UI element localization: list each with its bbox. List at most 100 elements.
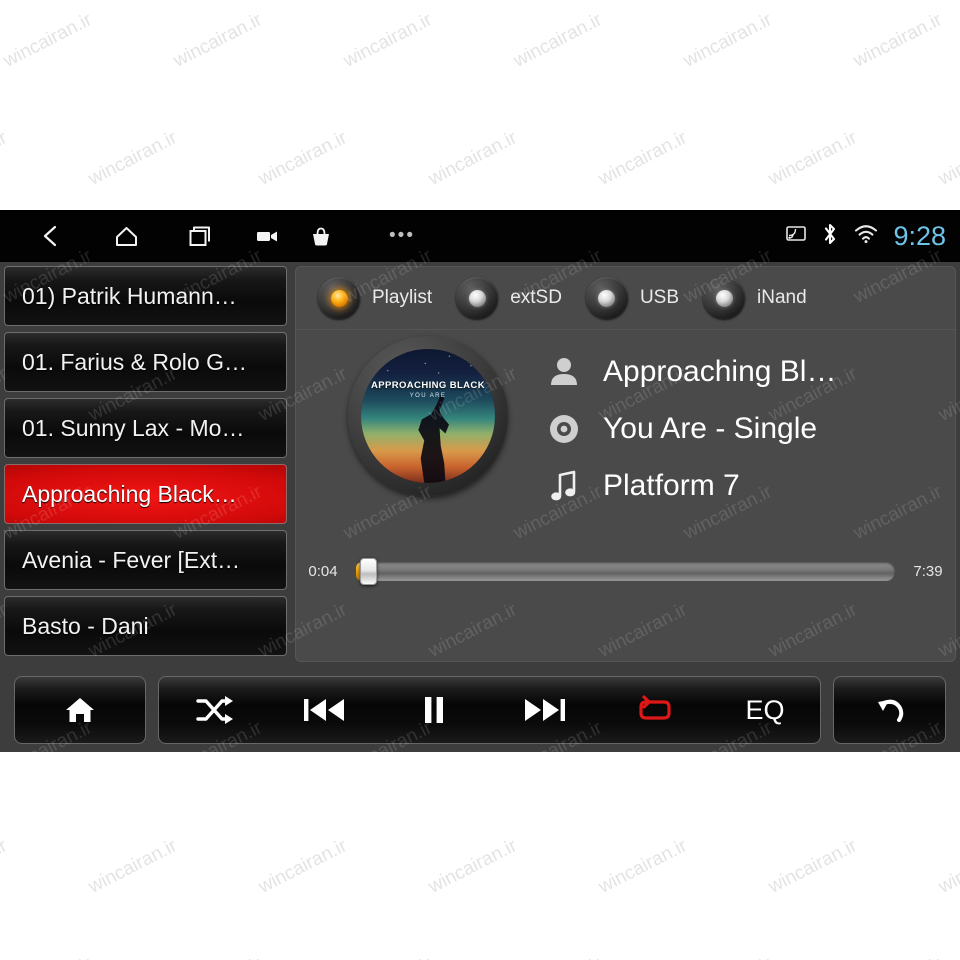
watermark-text: wincairan.ir bbox=[765, 835, 861, 898]
transport-control-bar: EQ bbox=[0, 668, 960, 752]
playlist-item[interactable]: Approaching Black… bbox=[4, 464, 287, 524]
track-name: Platform 7 bbox=[603, 468, 740, 502]
progress-bar-row[interactable]: 0:04 7:39 bbox=[296, 549, 955, 593]
camera-icon[interactable] bbox=[240, 210, 294, 262]
watermark-text: wincairan.ir bbox=[935, 127, 960, 190]
album-artwork-image: APPROACHING BLACK YOU ARE bbox=[361, 349, 495, 483]
eq-label: EQ bbox=[745, 694, 785, 725]
bag-icon[interactable] bbox=[294, 210, 348, 262]
led-lamp bbox=[468, 289, 486, 307]
source-label: USB bbox=[639, 287, 680, 308]
playlist-item-label: Basto - Dani bbox=[22, 612, 149, 639]
watermark-text: wincairan.ir bbox=[595, 835, 691, 898]
watermark-text: wincairan.ir bbox=[850, 9, 946, 72]
led-lamp bbox=[598, 289, 616, 307]
watermark-text: wincairan.ir bbox=[0, 953, 96, 960]
screenshot-canvas: ••• 9:28 01) Patrik Humann… 01. Farius &… bbox=[0, 0, 960, 960]
eq-button[interactable]: EQ bbox=[710, 676, 820, 744]
watermark-text: wincairan.ir bbox=[935, 835, 960, 898]
artist-row: Approaching Bl… bbox=[541, 343, 945, 400]
playlist-item-label: 01. Sunny Lax - Mo… bbox=[22, 414, 245, 441]
person-icon bbox=[541, 354, 587, 390]
led-lamp bbox=[715, 289, 733, 307]
repeat-button[interactable] bbox=[600, 676, 710, 744]
now-playing-section: APPROACHING BLACK YOU ARE Approaching Bl… bbox=[296, 329, 955, 599]
album-name: You Are - Single bbox=[603, 411, 818, 445]
led-indicator-icon bbox=[585, 277, 628, 319]
watermark-text: wincairan.ir bbox=[0, 127, 11, 190]
watermark-text: wincairan.ir bbox=[680, 953, 776, 960]
disc-icon bbox=[541, 412, 587, 446]
album-artwork[interactable]: APPROACHING BLACK YOU ARE bbox=[348, 336, 508, 496]
watermark-text: wincairan.ir bbox=[765, 127, 861, 190]
led-lamp bbox=[330, 289, 348, 307]
playlist-sidebar[interactable]: 01) Patrik Humann… 01. Farius & Rolo G… 01… bbox=[4, 266, 287, 662]
watermark-text: wincairan.ir bbox=[0, 9, 96, 72]
source-selector-row[interactable]: Playlist extSD USB iNand bbox=[296, 267, 955, 330]
artwork-subtitle: YOU ARE bbox=[409, 393, 447, 400]
back-group bbox=[833, 676, 946, 744]
home-button[interactable] bbox=[15, 676, 145, 744]
more-icon-dots: ••• bbox=[389, 225, 415, 246]
source-label: iNand bbox=[757, 287, 807, 308]
watermark-text: wincairan.ir bbox=[85, 127, 181, 190]
led-indicator-icon bbox=[703, 277, 746, 319]
watermark-text: wincairan.ir bbox=[170, 953, 266, 960]
back-button[interactable] bbox=[834, 676, 945, 744]
playlist-item[interactable]: 01) Patrik Humann… bbox=[4, 266, 287, 326]
playlist-item[interactable]: Basto - Dani bbox=[4, 596, 287, 656]
status-clock: 9:28 bbox=[893, 220, 946, 251]
android-status-bar: ••• 9:28 bbox=[0, 210, 960, 262]
shuffle-button[interactable] bbox=[159, 676, 269, 744]
source-button-extsd[interactable]: extSD bbox=[456, 277, 562, 319]
music-player-app: 01) Patrik Humann… 01. Farius & Rolo G… 01… bbox=[0, 262, 960, 752]
total-time: 7:39 bbox=[913, 562, 943, 580]
wifi-icon bbox=[853, 223, 879, 250]
watermark-text: wincairan.ir bbox=[425, 835, 521, 898]
seek-bar-thumb[interactable] bbox=[359, 557, 377, 585]
playback-controls-group: EQ bbox=[158, 676, 821, 744]
watermark-text: wincairan.ir bbox=[510, 953, 606, 960]
track-metadata: Approaching Bl… You Are - Single Platfor… bbox=[541, 343, 945, 514]
watermark-text: wincairan.ir bbox=[510, 9, 606, 72]
back-icon[interactable] bbox=[24, 210, 78, 262]
next-button[interactable] bbox=[490, 676, 600, 744]
album-row: You Are - Single bbox=[541, 400, 945, 457]
home-icon[interactable] bbox=[99, 210, 153, 262]
watermark-text: wincairan.ir bbox=[255, 835, 351, 898]
watermark-text: wincairan.ir bbox=[255, 127, 351, 190]
playlist-item-label: Avenia - Fever [Ext… bbox=[22, 546, 241, 573]
watermark-text: wincairan.ir bbox=[425, 127, 521, 190]
watermark-text: wincairan.ir bbox=[680, 9, 776, 72]
playlist-item-label: Approaching Black… bbox=[22, 480, 237, 507]
watermark-text: wincairan.ir bbox=[340, 9, 436, 72]
home-group bbox=[14, 676, 146, 744]
cast-icon bbox=[785, 224, 807, 249]
previous-button[interactable] bbox=[269, 676, 379, 744]
recents-icon[interactable] bbox=[173, 210, 227, 262]
source-label: extSD bbox=[510, 287, 562, 308]
music-note-icon bbox=[541, 468, 587, 504]
led-indicator-icon bbox=[318, 277, 360, 319]
led-indicator-icon bbox=[456, 277, 499, 319]
watermark-text: wincairan.ir bbox=[0, 835, 11, 898]
pause-button[interactable] bbox=[379, 676, 489, 744]
seek-bar[interactable] bbox=[356, 557, 895, 585]
track-row: Platform 7 bbox=[541, 457, 945, 514]
status-indicators: 9:28 bbox=[785, 210, 946, 262]
playlist-item[interactable]: Avenia - Fever [Ext… bbox=[4, 530, 287, 590]
playlist-item[interactable]: 01. Sunny Lax - Mo… bbox=[4, 398, 287, 458]
player-main-panel: Playlist extSD USB iNand APPROACHING BLACK … bbox=[295, 266, 956, 662]
more-icon[interactable]: ••• bbox=[375, 210, 429, 262]
source-button-inand[interactable]: iNand bbox=[703, 277, 807, 319]
source-button-playlist[interactable]: Playlist bbox=[318, 277, 432, 319]
artwork-title: APPROACHING BLACK bbox=[371, 379, 485, 391]
source-label: Playlist bbox=[372, 287, 433, 308]
watermark-text: wincairan.ir bbox=[850, 953, 946, 960]
watermark-text: wincairan.ir bbox=[85, 835, 181, 898]
watermark-text: wincairan.ir bbox=[340, 953, 436, 960]
bluetooth-icon bbox=[821, 222, 839, 251]
source-button-usb[interactable]: USB bbox=[585, 277, 680, 319]
playlist-item-label: 01. Farius & Rolo G… bbox=[22, 348, 247, 375]
playlist-item[interactable]: 01. Farius & Rolo G… bbox=[4, 332, 287, 392]
